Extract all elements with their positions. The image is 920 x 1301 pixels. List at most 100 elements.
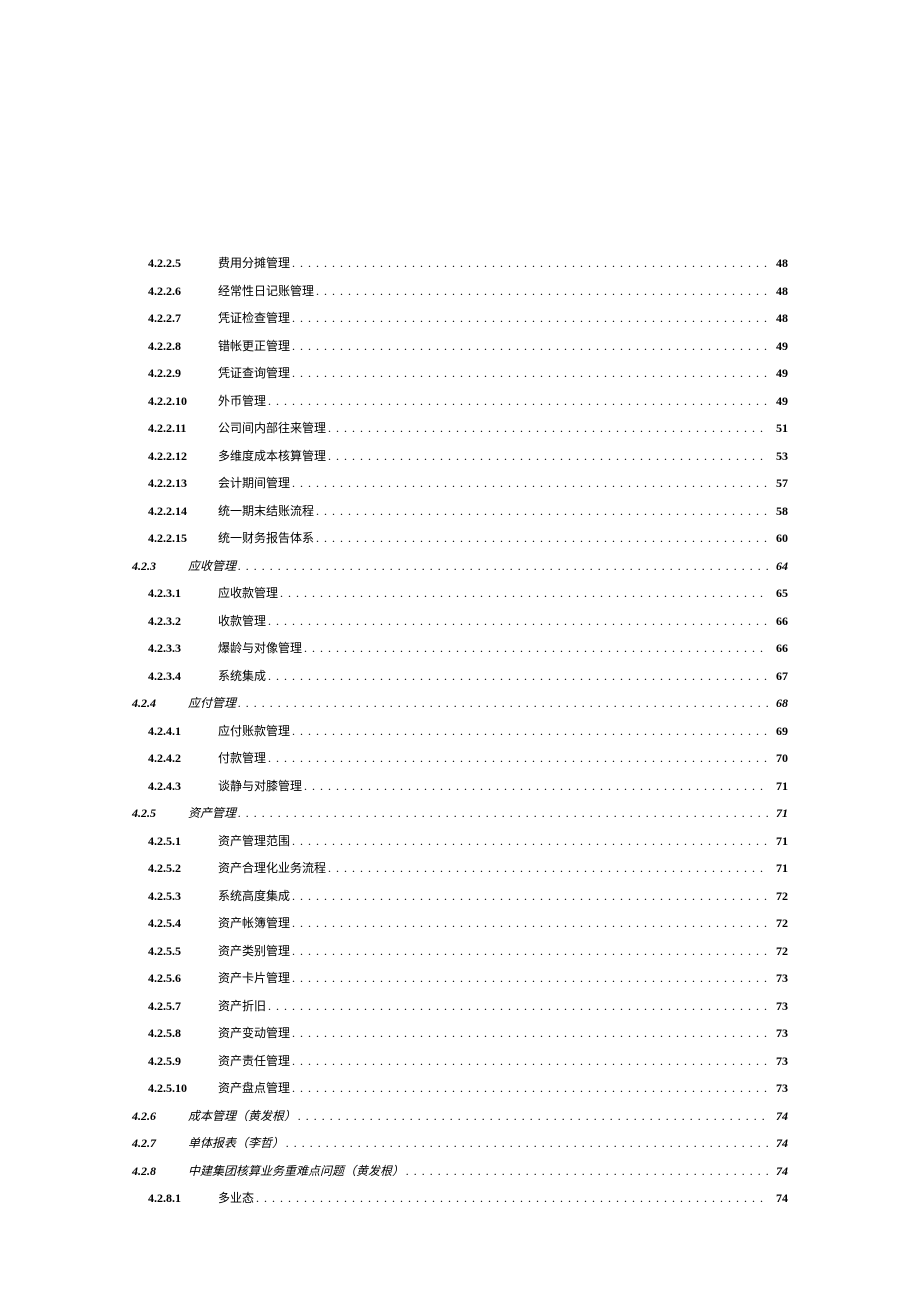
toc-entry-page: 74 (770, 1164, 788, 1179)
toc-entry-page: 49 (770, 394, 788, 409)
toc-entry-title: 资产合理化业务流程 (218, 859, 326, 876)
toc-entry-number: 4.2.5.3 (148, 889, 218, 904)
toc-entry-title: 应付账款管理 (218, 722, 290, 739)
toc-entry: 4.2.3应收管理64 (132, 557, 788, 574)
toc-leader-dots (316, 531, 768, 546)
toc-leader-dots (406, 1164, 768, 1179)
toc-entry-page: 48 (770, 256, 788, 271)
toc-entry: 4.2.5.8资产变动管理73 (132, 1024, 788, 1041)
toc-leader-dots (298, 1109, 768, 1124)
toc-entry-title: 付款管理 (218, 749, 266, 766)
toc-entry-number: 4.2.8 (132, 1164, 188, 1179)
toc-leader-dots (238, 559, 768, 574)
toc-entry-number: 4.2.8.1 (148, 1191, 218, 1206)
toc-entry: 4.2.5.2资产合理化业务流程71 (132, 859, 788, 876)
toc-entry-title: 谈静与对膝管理 (218, 777, 302, 794)
toc-leader-dots (292, 1081, 768, 1096)
toc-entry-number: 4.2.3.1 (148, 586, 218, 601)
toc-entry: 4.2.2.6经常性日记账管理48 (132, 282, 788, 299)
toc-leader-dots (304, 641, 768, 656)
toc-leader-dots (292, 256, 768, 271)
toc-entry-number: 4.2.5.2 (148, 861, 218, 876)
toc-entry-title: 爆龄与对像管理 (218, 639, 302, 656)
toc-entry-page: 66 (770, 641, 788, 656)
toc-entry-title: 系统高度集成 (218, 887, 290, 904)
toc-entry-page: 64 (770, 559, 788, 574)
toc-entry-title: 多业态 (218, 1189, 254, 1206)
toc-entry-page: 48 (770, 284, 788, 299)
toc-leader-dots (292, 889, 768, 904)
toc-entry: 4.2.5.7资产折旧 73 (132, 997, 788, 1014)
toc-entry-page: 73 (770, 999, 788, 1014)
toc-entry-page: 49 (770, 366, 788, 381)
toc-entry: 4.2.2.7凭证检查管理48 (132, 309, 788, 326)
toc-entry: 4.2.2.10外币管理49 (132, 392, 788, 409)
toc-entry: 4.2.2.9凭证查询管理49 (132, 364, 788, 381)
toc-entry: 4.2.5.5资产类别管理 72 (132, 942, 788, 959)
toc-leader-dots (268, 669, 768, 684)
toc-entry-number: 4.2.2.8 (148, 339, 218, 354)
toc-entry-title: 会计期间管理 (218, 474, 290, 491)
toc-entry: 4.2.5.9资产责任管理73 (132, 1052, 788, 1069)
toc-leader-dots (328, 861, 768, 876)
toc-entry: 4.2.8中建集团核算业务重难点问题（黄发根）74 (132, 1162, 788, 1179)
toc-entry: 4.2.5资产管理71 (132, 804, 788, 821)
toc-leader-dots (304, 779, 768, 794)
toc-entry-page: 74 (770, 1109, 788, 1124)
toc-entry-number: 4.2.3.3 (148, 641, 218, 656)
toc-entry: 4.2.2.8错帐更正管理49 (132, 337, 788, 354)
toc-entry-number: 4.2.7 (132, 1136, 188, 1151)
toc-entry-title: 应收管理 (188, 557, 236, 574)
toc-entry: 4.2.2.12多维度成本核算管理53 (132, 447, 788, 464)
toc-entry-page: 69 (770, 724, 788, 739)
toc-entry-title: 统一财务报告体系 (218, 529, 314, 546)
toc-entry-page: 68 (770, 696, 788, 711)
toc-entry: 4.2.2.15统一财务报告体系60 (132, 529, 788, 546)
toc-entry-page: 71 (770, 834, 788, 849)
toc-entry: 4.2.4.2付款管理70 (132, 749, 788, 766)
toc-entry: 4.2.8.1多业态74 (132, 1189, 788, 1206)
toc-leader-dots (316, 284, 768, 299)
toc-leader-dots (292, 1054, 768, 1069)
toc-entry-number: 4.2.5.7 (148, 999, 218, 1014)
toc-leader-dots (292, 476, 768, 491)
toc-entry-title: 成本管理（黄发根） (188, 1107, 296, 1124)
toc-leader-dots (268, 751, 768, 766)
toc-entry-title: 错帐更正管理 (218, 337, 290, 354)
toc-entry-page: 73 (770, 1054, 788, 1069)
toc-entry-page: 71 (770, 779, 788, 794)
toc-entry-number: 4.2.5.5 (148, 944, 218, 959)
toc-entry-title: 凭证查询管理 (218, 364, 290, 381)
toc-entry-number: 4.2.5.8 (148, 1026, 218, 1041)
toc-entry-title: 外币管理 (218, 392, 266, 409)
toc-entry-page: 60 (770, 531, 788, 546)
toc-leader-dots (286, 1136, 768, 1151)
toc-entry: 4.2.3.3爆龄与对像管理 66 (132, 639, 788, 656)
toc-entry: 4.2.5.10资产盘点管理73 (132, 1079, 788, 1096)
toc-leader-dots (292, 366, 768, 381)
toc-entry: 4.2.3.1应收款管理65 (132, 584, 788, 601)
toc-entry-title: 资产类别管理 (218, 942, 290, 959)
toc-leader-dots (268, 614, 768, 629)
toc-entry-page: 72 (770, 944, 788, 959)
toc-entry-number: 4.2.4.1 (148, 724, 218, 739)
toc-leader-dots (238, 696, 768, 711)
toc-entry-title: 多维度成本核算管理 (218, 447, 326, 464)
toc-entry-title: 资产折旧 (218, 997, 266, 1014)
toc-entry-title: 资产管理范围 (218, 832, 290, 849)
toc-leader-dots (292, 916, 768, 931)
toc-entry-title: 资产责任管理 (218, 1052, 290, 1069)
toc-leader-dots (328, 449, 768, 464)
toc-entry: 4.2.4.1应付账款管理 69 (132, 722, 788, 739)
toc-entry-number: 4.2.6 (132, 1109, 188, 1124)
toc-entry-title: 应付管理 (188, 694, 236, 711)
toc-entry-number: 4.2.5.4 (148, 916, 218, 931)
toc-entry-title: 经常性日记账管理 (218, 282, 314, 299)
toc-entry-number: 4.2.2.13 (148, 476, 218, 491)
toc-entry: 4.2.6成本管理（黄发根） 74 (132, 1107, 788, 1124)
toc-entry: 4.2.5.1资产管理范围71 (132, 832, 788, 849)
toc-entry-title: 资产帐簿管理 (218, 914, 290, 931)
toc-entry-page: 73 (770, 1026, 788, 1041)
toc-entry-page: 73 (770, 971, 788, 986)
toc-entry-number: 4.2.5.10 (148, 1081, 218, 1096)
